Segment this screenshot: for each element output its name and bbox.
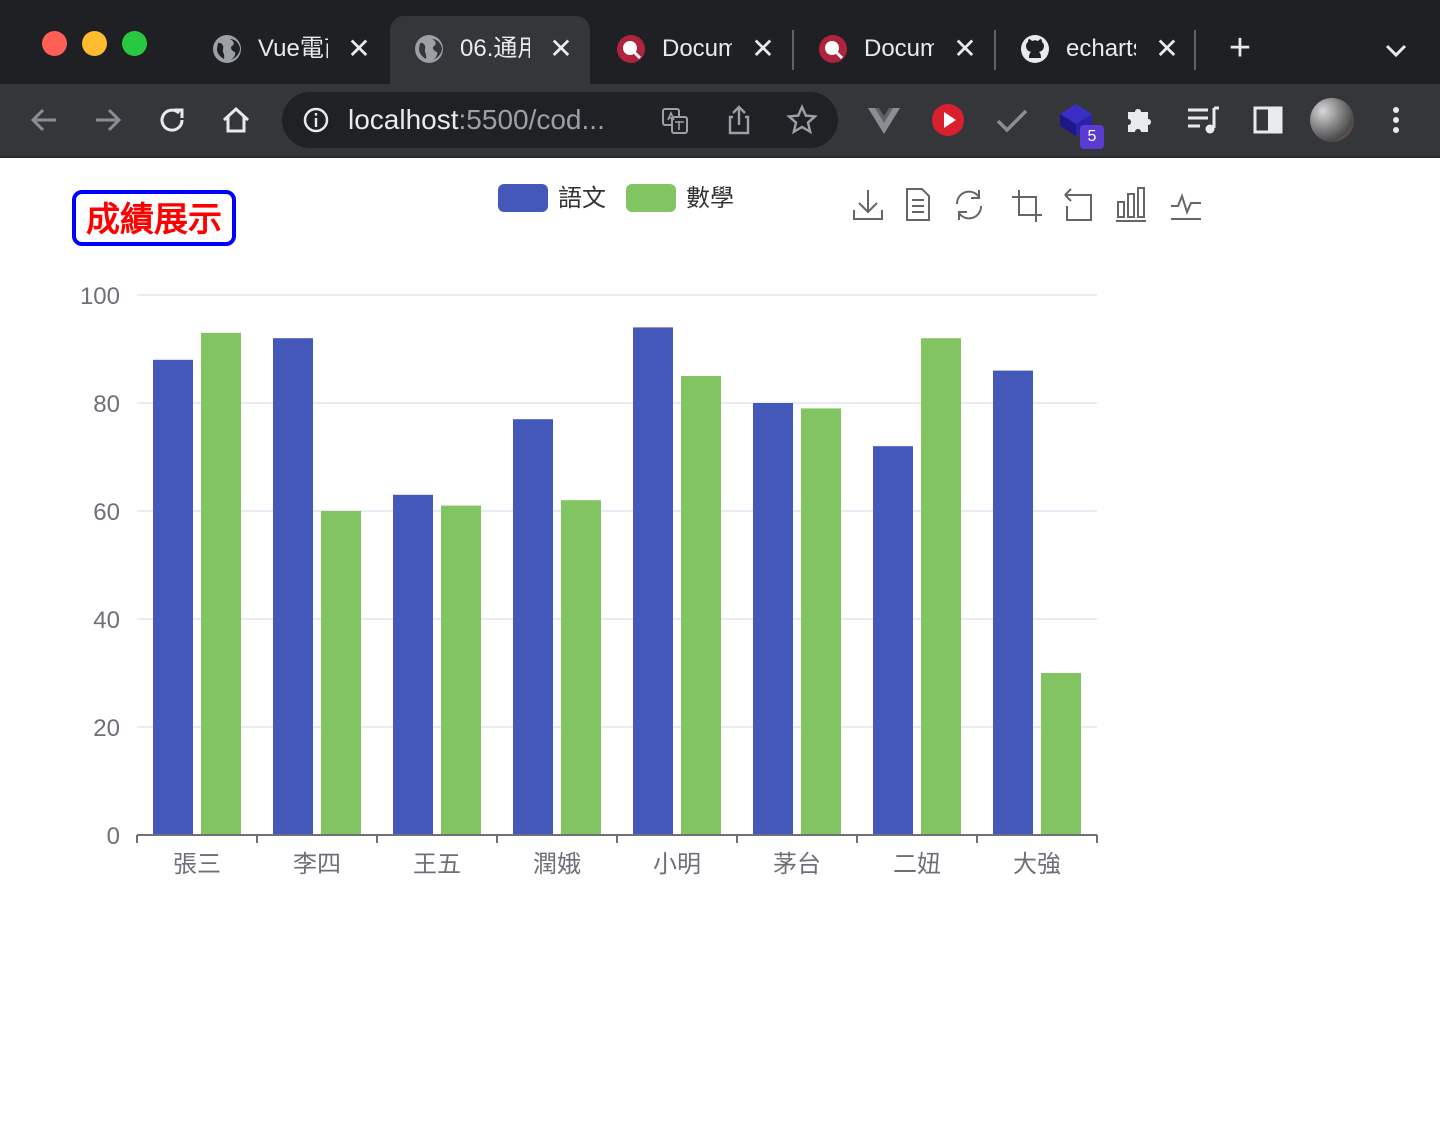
bar: [561, 500, 601, 835]
bar: [321, 511, 361, 835]
bar: [681, 376, 721, 835]
y-tick-label: 100: [80, 283, 120, 310]
bar: [153, 359, 193, 835]
bar: [393, 494, 433, 835]
y-tick-label: 40: [93, 607, 120, 634]
bar: [1041, 673, 1081, 835]
y-tick-label: 0: [107, 823, 120, 850]
y-tick-label: 20: [93, 715, 120, 742]
bar: [801, 408, 841, 835]
x-tick-label: 二妞: [893, 851, 941, 878]
bar: [993, 370, 1033, 835]
y-tick-label: 60: [93, 499, 120, 526]
bar-chart: 0 20 40 60 80 100 張三 李四 王五 潤娥 小明 茅台 二妞 大強: [80, 283, 1098, 878]
x-tick-label: 王五: [413, 851, 461, 878]
x-tick-label: 李四: [293, 851, 341, 878]
x-tick-label: 潤娥: [533, 851, 581, 878]
bar: [753, 403, 793, 835]
x-tick-label: 小明: [653, 851, 701, 878]
y-tick-label: 80: [93, 391, 120, 418]
bar: [873, 446, 913, 835]
bar: [201, 332, 241, 835]
bar: [441, 505, 481, 835]
x-tick-label: 張三: [173, 851, 221, 878]
bar: [633, 327, 673, 835]
bar: [513, 419, 553, 835]
x-tick-label: 大強: [1013, 851, 1061, 878]
bar: [921, 338, 961, 835]
x-tick-label: 茅台: [773, 851, 821, 878]
bar: [273, 338, 313, 835]
